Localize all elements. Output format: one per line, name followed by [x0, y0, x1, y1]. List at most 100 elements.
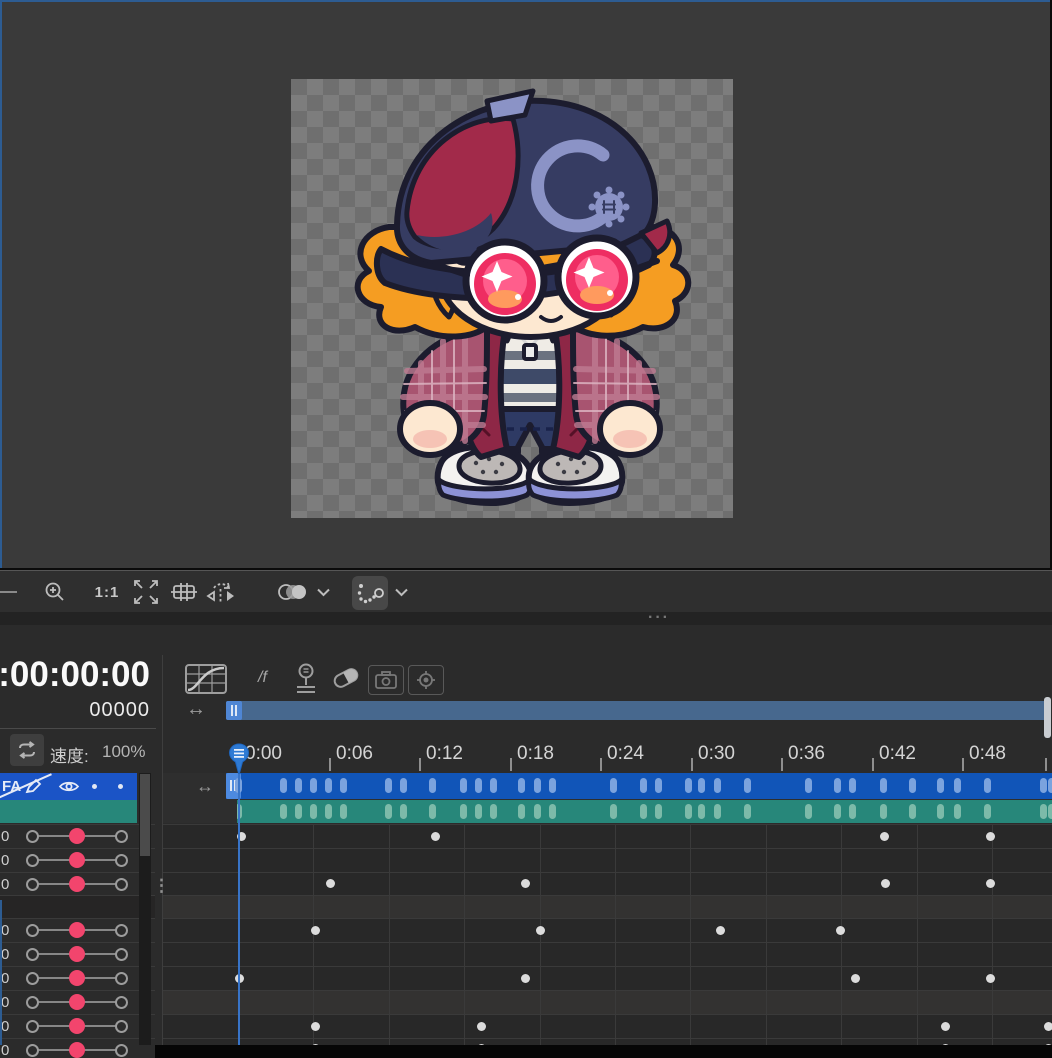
- slider-max-ring[interactable]: [115, 878, 128, 891]
- motion-path-icon[interactable]: [352, 576, 388, 610]
- slider-max-ring[interactable]: [115, 972, 128, 985]
- actual-size-button[interactable]: 1:1: [92, 577, 122, 607]
- property-value[interactable]: 0: [1, 994, 9, 1011]
- slider-handle[interactable]: [69, 994, 85, 1010]
- keyframe-pill[interactable]: [849, 778, 856, 793]
- property-row[interactable]: 0: [0, 966, 155, 990]
- pan-arrows-icon[interactable]: ↔: [196, 776, 214, 797]
- timeline-row[interactable]: [163, 895, 1052, 918]
- sublayer-row-header[interactable]: [0, 800, 137, 823]
- slider-handle[interactable]: [69, 1042, 85, 1058]
- eraser-icon[interactable]: [330, 664, 362, 692]
- keyframe-pill[interactable]: [400, 804, 407, 819]
- keyframe-pill[interactable]: [295, 778, 302, 793]
- eye-visibility-icon[interactable]: [58, 779, 80, 794]
- timeline-row[interactable]: [163, 872, 1052, 895]
- flip-rotate-icon[interactable]: [204, 577, 238, 607]
- frame-counter[interactable]: 00000: [0, 699, 150, 722]
- keyframe-pill[interactable]: [805, 778, 812, 793]
- frames-unit-label[interactable]: /f: [258, 669, 267, 687]
- keyframe-pill[interactable]: [685, 804, 692, 819]
- keyframe-pill[interactable]: [295, 804, 302, 819]
- onion-skin-chevron-down-icon[interactable]: [315, 577, 331, 607]
- slider-min-ring[interactable]: [26, 996, 39, 1009]
- keyframe-dot[interactable]: [716, 926, 725, 935]
- property-value[interactable]: 0: [1, 1042, 9, 1058]
- timeline-row[interactable]: [163, 990, 1052, 1014]
- keyframe-dot[interactable]: [521, 879, 530, 888]
- keyframe-pill[interactable]: [475, 778, 482, 793]
- keyframe-dot[interactable]: [1044, 1022, 1052, 1031]
- keyframe-pill[interactable]: [429, 804, 436, 819]
- keyframe-pill[interactable]: [340, 804, 347, 819]
- keyframe-pill[interactable]: [880, 778, 887, 793]
- keyframe-dot[interactable]: [986, 832, 995, 841]
- timeline-row[interactable]: [163, 918, 1052, 942]
- keyframe-dot[interactable]: [941, 1022, 950, 1031]
- keyframe-pill[interactable]: [490, 778, 497, 793]
- property-row[interactable]: 0: [0, 872, 155, 896]
- zoom-in-icon[interactable]: [42, 577, 68, 607]
- camera-snapshot-button[interactable]: [368, 665, 404, 695]
- keyframe-pill[interactable]: [1048, 778, 1052, 793]
- keyframe-pill[interactable]: [518, 804, 525, 819]
- keyframe-pill[interactable]: [984, 778, 991, 793]
- timeline-row[interactable]: [163, 824, 1052, 848]
- keyframe-dot[interactable]: [986, 974, 995, 983]
- keyframe-dot[interactable]: [431, 832, 440, 841]
- keyframe-pill[interactable]: [685, 778, 692, 793]
- property-row[interactable]: 0: [0, 848, 155, 872]
- keyframe-pill[interactable]: [640, 804, 647, 819]
- fit-view-icon[interactable]: [130, 577, 162, 607]
- slider-min-ring[interactable]: [26, 924, 39, 937]
- slider-handle[interactable]: [69, 922, 85, 938]
- keyframe-pill[interactable]: [325, 804, 332, 819]
- pan-arrows-icon[interactable]: ↔: [186, 698, 206, 721]
- layer-option-dot[interactable]: [118, 784, 123, 789]
- keyframe-pill[interactable]: [937, 804, 944, 819]
- keyframe-pill[interactable]: [1040, 804, 1047, 819]
- keyframe-pill[interactable]: [429, 778, 436, 793]
- keyframe-pill[interactable]: [534, 778, 541, 793]
- keyframe-pill[interactable]: [849, 804, 856, 819]
- keyframe-dot[interactable]: [477, 1022, 486, 1031]
- keyframe-dot[interactable]: [536, 926, 545, 935]
- record-target-button[interactable]: [408, 665, 444, 695]
- keyframe-pill[interactable]: [640, 778, 647, 793]
- keyframe-pill[interactable]: [714, 778, 721, 793]
- property-value[interactable]: 0: [1, 1018, 9, 1035]
- slider-min-ring[interactable]: [26, 1044, 39, 1057]
- property-row[interactable]: 0: [0, 1014, 155, 1038]
- slider-handle[interactable]: [69, 1018, 85, 1034]
- keyframe-pill[interactable]: [534, 804, 541, 819]
- keyframe-dot[interactable]: [986, 879, 995, 888]
- layer-option-dot[interactable]: [92, 784, 97, 789]
- keyframe-pill[interactable]: [1040, 778, 1047, 793]
- slider-max-ring[interactable]: [115, 996, 128, 1009]
- property-value[interactable]: 0: [1, 852, 9, 869]
- graph-editor-icon[interactable]: [184, 663, 228, 695]
- property-row[interactable]: 0: [0, 1038, 155, 1058]
- keyframe-pill[interactable]: [490, 804, 497, 819]
- timeline-row[interactable]: [163, 942, 1052, 966]
- keyframe-dot[interactable]: [311, 1022, 320, 1031]
- keyframe-track-blue[interactable]: [226, 773, 1052, 799]
- slider-min-ring[interactable]: [26, 972, 39, 985]
- slider-handle[interactable]: [69, 852, 85, 868]
- keyframe-pill[interactable]: [834, 778, 841, 793]
- keyframe-pill[interactable]: [400, 778, 407, 793]
- keyframe-pill[interactable]: [744, 804, 751, 819]
- timeline-row[interactable]: [163, 848, 1052, 872]
- keyframe-pill[interactable]: [385, 804, 392, 819]
- slider-handle[interactable]: [69, 970, 85, 986]
- keyframe-pill[interactable]: [340, 778, 347, 793]
- timeline-row[interactable]: [163, 966, 1052, 990]
- navigator-left-handle[interactable]: [226, 701, 242, 720]
- keyframe-pill[interactable]: [325, 778, 332, 793]
- keyframe-pill[interactable]: [460, 804, 467, 819]
- keyframe-pill[interactable]: [954, 804, 961, 819]
- keyframe-pill[interactable]: [385, 778, 392, 793]
- slider-max-ring[interactable]: [115, 830, 128, 843]
- keyframe-pill[interactable]: [698, 804, 705, 819]
- keyframe-pill[interactable]: [744, 778, 751, 793]
